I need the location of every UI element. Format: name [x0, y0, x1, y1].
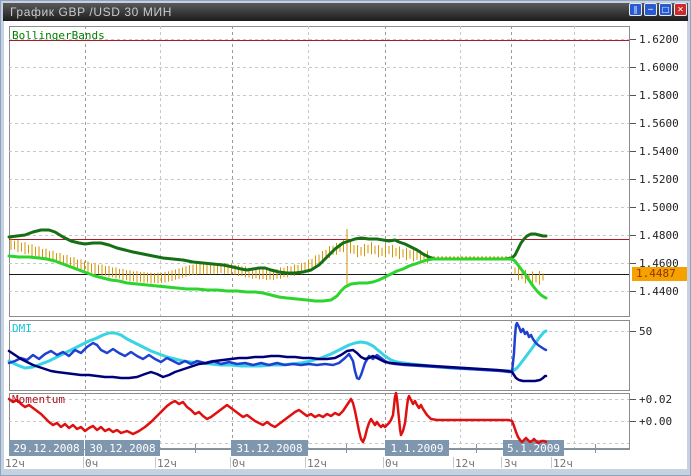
axis-tick-label: 1.5400	[639, 145, 679, 158]
momentum-label: Momentum	[12, 393, 65, 406]
time-label: 0ч	[385, 457, 398, 470]
date-box-label: 31.12.2008	[236, 442, 302, 455]
axis-tick-label: 1.5200	[639, 173, 679, 186]
dmi-label: DMI	[12, 322, 32, 335]
axis-tick-label: 1.5800	[639, 89, 679, 102]
current-price-tag: 1.4487	[632, 267, 687, 281]
axis-tick-label: 1.4400	[639, 285, 679, 298]
axis-tick-label: +0.00	[639, 415, 672, 428]
date-box-label: 30.12.2008	[89, 442, 155, 455]
axis-tick-label: 1.4800	[639, 229, 679, 242]
date-box-label: 1.1.2009	[391, 442, 444, 455]
time-label: 3ч	[504, 457, 517, 470]
time-label: 12ч	[455, 457, 475, 470]
time-label: 0ч	[85, 457, 98, 470]
axis-tick-label: 50	[639, 325, 652, 338]
time-label: 12ч	[307, 457, 327, 470]
axis-tick-label: +0.02	[639, 393, 672, 406]
time-label: 12ч	[5, 457, 25, 470]
momentum-line	[9, 393, 546, 443]
axis-tick-label: 1.6200	[639, 33, 679, 46]
time-label: 12ч	[553, 457, 573, 470]
chart-window: График GBP /USD 30 МИН ∥ ─ □ ✕ 1.62001.6…	[0, 0, 691, 476]
axis-tick-label: 1.6000	[639, 61, 679, 74]
axis-tick-label: 1.5000	[639, 201, 679, 214]
time-label: 0ч	[232, 457, 245, 470]
dmi-adx-line	[9, 331, 546, 371]
date-box-label: 29.12.2008	[13, 442, 79, 455]
bollinger-bands-label: BollingerBands	[12, 29, 105, 42]
bollinger-upper-band-line	[9, 230, 546, 273]
date-box-label: 5.1.2009	[507, 442, 560, 455]
chart-canvas[interactable]: 1.6200 1.6000 1.5800 1.5600 1.5400 1.5200 1.50…	[1, 1, 691, 476]
time-label: 12ч	[157, 457, 177, 470]
axis-tick-label: 1.5600	[639, 117, 679, 130]
